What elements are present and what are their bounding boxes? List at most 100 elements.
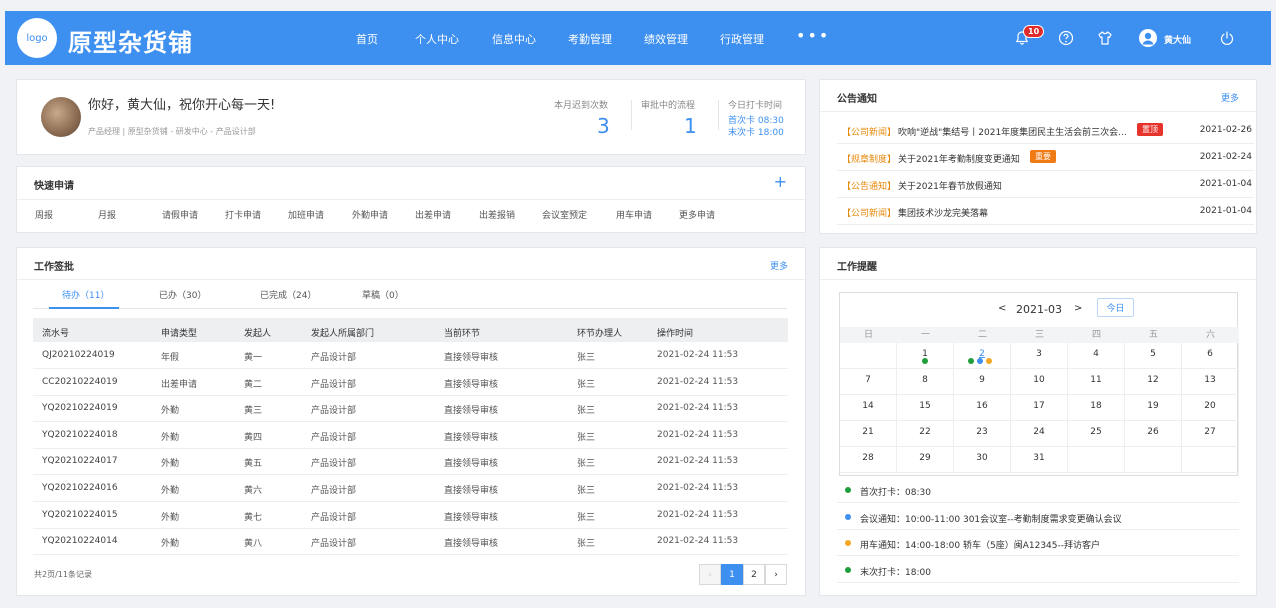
cell-time: 2021-02-24 11:53 — [657, 456, 739, 467]
nav-info-center[interactable]: 信息中心 — [492, 31, 536, 47]
notice-item[interactable]: 【公司新闻】 吹响"逆战"集结号丨2021年度集团民主生活会前三次会... 置顶 20… — [837, 117, 1254, 144]
calendar-day[interactable]: 8 — [897, 369, 954, 395]
quick-item-overtime[interactable]: 加班申请 — [288, 208, 324, 221]
calendar-day[interactable]: 7 — [840, 369, 897, 395]
calendar-day[interactable]: 24 — [1011, 421, 1068, 447]
calendar-day[interactable]: 31 — [1011, 447, 1068, 473]
notice-item[interactable]: 【规章制度】 关于2021年考勤制度变更通知 重要 2021-02-24 — [837, 144, 1254, 171]
calendar-day[interactable]: 28 — [840, 447, 897, 473]
calendar-day[interactable]: 12 — [1125, 369, 1182, 395]
calendar-day[interactable]: 23 — [954, 421, 1011, 447]
reminder-item[interactable]: 末次打卡：18:00 — [837, 557, 1239, 584]
calendar-day[interactable]: 26 — [1125, 421, 1182, 447]
cell-stage: 直接领导审核 — [444, 459, 499, 470]
pending-flow-value[interactable]: 1 — [684, 114, 697, 138]
quick-item-weekly[interactable]: 周报 — [35, 208, 53, 221]
nav-performance[interactable]: 绩效管理 — [644, 31, 688, 47]
reminder-item[interactable]: 会议通知：10:00-11:00 301会议室--考勤制度需求变更确认会议 — [837, 504, 1239, 530]
notice-headline: 关于2021年考勤制度变更通知 — [898, 155, 1020, 165]
reminder-text: 首次打卡：08:30 — [860, 488, 931, 498]
today-button[interactable]: 今日 — [1097, 298, 1134, 317]
calendar-day[interactable]: 5 — [1125, 343, 1182, 369]
cell-department: 产品设计部 — [311, 539, 357, 550]
quick-item-field-work[interactable]: 外勤申请 — [352, 208, 388, 221]
weekday-label: 日 — [840, 327, 897, 343]
calendar-day[interactable]: 14 — [840, 395, 897, 421]
quick-item-leave[interactable]: 请假申请 — [162, 208, 198, 221]
tab-done[interactable]: 已办（30） — [159, 288, 206, 301]
calendar-day[interactable]: 25 — [1068, 421, 1125, 447]
help-icon[interactable] — [1058, 30, 1074, 46]
calendar-day[interactable]: 21 — [840, 421, 897, 447]
user-avatar[interactable] — [1139, 29, 1157, 47]
reminder-item[interactable]: 首次打卡：08:30 — [837, 477, 1239, 503]
pager-next-button[interactable]: › — [765, 564, 787, 585]
calendar-day[interactable]: 17 — [1011, 395, 1068, 421]
calendar-day[interactable]: 29 — [897, 447, 954, 473]
col-handler: 环节办理人 — [577, 329, 623, 339]
event-dot-clock-in — [922, 358, 928, 364]
quick-item-car[interactable]: 用车申请 — [616, 208, 652, 221]
quick-item-trip-expense[interactable]: 出差报销 — [479, 208, 515, 221]
quick-item-meeting-room[interactable]: 会议室预定 — [542, 208, 587, 221]
calendar-day[interactable]: 4 — [1068, 343, 1125, 369]
nav-home[interactable]: 首页 — [356, 31, 378, 47]
calendar-day[interactable]: 16 — [954, 395, 1011, 421]
notice-more-link[interactable]: 更多 — [1221, 91, 1239, 104]
quick-item-business-trip[interactable]: 出差申请 — [415, 208, 451, 221]
add-icon[interactable]: + — [774, 172, 787, 191]
reminder-item[interactable]: 用车通知：14:00-18:00 轿车（5座）闽A12345--拜访客户 — [837, 530, 1239, 557]
late-count-value[interactable]: 3 — [597, 114, 610, 138]
tab-todo[interactable]: 待办（11） — [62, 288, 109, 301]
calendar-day[interactable]: 18 — [1068, 395, 1125, 421]
cell-serial: YQ20210224015 — [42, 509, 118, 520]
event-dot — [845, 540, 851, 547]
calendar-day[interactable]: 13 — [1182, 369, 1239, 395]
cell-department: 产品设计部 — [311, 353, 357, 363]
cell-stage: 直接领导审核 — [444, 539, 499, 550]
skin-icon[interactable] — [1097, 30, 1113, 46]
nav-admin[interactable]: 行政管理 — [720, 31, 764, 47]
cell-type: 外勤 — [161, 459, 180, 470]
cell-stage: 直接领导审核 — [444, 406, 499, 417]
pager-page-1[interactable]: 1 — [721, 564, 743, 585]
notice-category: 【公司新闻】 — [842, 209, 897, 219]
logo[interactable]: logo — [17, 18, 57, 58]
record-summary: 共2页/11条记录 — [34, 570, 92, 579]
pager-prev-button[interactable]: ‹ — [699, 564, 721, 585]
tab-drafts[interactable]: 草稿（0） — [362, 288, 404, 301]
tab-completed[interactable]: 已完成（24） — [260, 288, 316, 301]
notice-item[interactable]: 【公告通知】 关于2021年春节放假通知 2021-01-04 — [837, 171, 1254, 198]
quick-item-more[interactable]: 更多申请 — [679, 208, 715, 221]
calendar-day[interactable]: 22 — [897, 421, 954, 447]
approval-more-link[interactable]: 更多 — [770, 259, 788, 272]
quick-item-clock[interactable]: 打卡申请 — [225, 208, 261, 221]
calendar-day[interactable]: 15 — [897, 395, 954, 421]
notice-item[interactable]: 【公司新闻】 集团技术沙龙完美落幕 2021-01-04 — [837, 198, 1254, 225]
calendar-day[interactable]: 9 — [954, 369, 1011, 395]
calendar-day[interactable]: 3 — [1011, 343, 1068, 369]
calendar-day[interactable]: 11 — [1068, 369, 1125, 395]
nav-attendance[interactable]: 考勤管理 — [568, 31, 612, 47]
event-dot-meeting — [977, 358, 983, 364]
power-icon[interactable] — [1219, 30, 1235, 46]
calendar-day[interactable]: 27 — [1182, 421, 1239, 447]
quick-item-monthly[interactable]: 月报 — [98, 208, 116, 221]
calendar-empty-cell — [1068, 447, 1125, 473]
calendar-day[interactable]: 6 — [1182, 343, 1239, 369]
calendar-day[interactable]: 1 — [897, 343, 954, 369]
user-name[interactable]: 黄大仙 — [1164, 33, 1191, 46]
nav-more-icon[interactable]: ••• — [796, 26, 830, 45]
calendar-day[interactable]: 20 — [1182, 395, 1239, 421]
cell-serial: YQ20210224017 — [42, 456, 118, 467]
cell-department: 产品设计部 — [311, 406, 357, 417]
calendar-day[interactable]: 30 — [954, 447, 1011, 473]
calendar-day[interactable]: 10 — [1011, 369, 1068, 395]
calendar-day[interactable]: 19 — [1125, 395, 1182, 421]
event-dot — [845, 513, 851, 520]
calendar-prev-button[interactable]: < — [998, 303, 1006, 314]
nav-personal-center[interactable]: 个人中心 — [415, 31, 459, 47]
calendar-day[interactable]: 2 — [954, 343, 1011, 369]
pager-page-2[interactable]: 2 — [743, 564, 765, 585]
calendar-next-button[interactable]: > — [1074, 303, 1082, 314]
